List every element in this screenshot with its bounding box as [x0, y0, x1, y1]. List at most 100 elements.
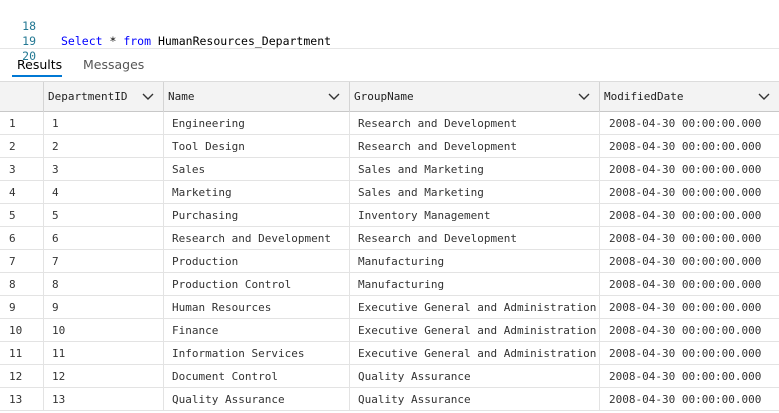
column-header-label: GroupName — [354, 90, 414, 103]
cell-name[interactable]: Sales — [164, 158, 350, 181]
row-number[interactable]: 11 — [0, 342, 44, 365]
cell-groupname[interactable]: Sales and Marketing — [350, 181, 600, 204]
tab-messages[interactable]: Messages — [83, 57, 144, 73]
table-row[interactable]: 2 2 Tool Design Research and Development… — [0, 135, 779, 158]
active-tab-indicator — [12, 75, 62, 77]
row-number[interactable]: 5 — [0, 204, 44, 227]
cell-modifieddate[interactable]: 2008-04-30 00:00:00.000 — [600, 135, 779, 158]
row-number-header[interactable] — [0, 82, 44, 112]
chevron-down-icon[interactable] — [141, 91, 155, 103]
cell-modifieddate[interactable]: 2008-04-30 00:00:00.000 — [600, 158, 779, 181]
cell-modifieddate[interactable]: 2008-04-30 00:00:00.000 — [600, 296, 779, 319]
row-number[interactable]: 4 — [0, 181, 44, 204]
table-row[interactable]: 9 9 Human Resources Executive General an… — [0, 296, 779, 319]
cell-departmentid[interactable]: 13 — [44, 388, 164, 411]
column-header-name[interactable]: Name — [164, 82, 350, 112]
column-header-departmentid[interactable]: DepartmentID — [44, 82, 164, 112]
row-number[interactable]: 13 — [0, 388, 44, 411]
code-line-19[interactable]: 19 — [0, 19, 779, 48]
cell-name[interactable]: Tool Design — [164, 135, 350, 158]
cell-modifieddate[interactable]: 2008-04-30 00:00:00.000 — [600, 319, 779, 342]
cell-departmentid[interactable]: 1 — [44, 112, 164, 135]
cell-name[interactable]: Production Control — [164, 273, 350, 296]
row-number[interactable]: 12 — [0, 365, 44, 388]
cell-name[interactable]: Research and Development — [164, 227, 350, 250]
cell-name[interactable]: Engineering — [164, 112, 350, 135]
column-header-label: ModifiedDate — [604, 90, 684, 103]
row-number[interactable]: 2 — [0, 135, 44, 158]
column-header-label: Name — [168, 90, 195, 103]
table-row[interactable]: 1 1 Engineering Research and Development… — [0, 112, 779, 135]
code-line-18[interactable]: 18 Select * from HumanResources_Departme… — [0, 4, 779, 48]
results-tabs: Results Messages — [0, 48, 779, 78]
cell-name[interactable]: Document Control — [164, 365, 350, 388]
cell-departmentid[interactable]: 2 — [44, 135, 164, 158]
row-number[interactable]: 8 — [0, 273, 44, 296]
column-header-groupname[interactable]: GroupName — [350, 82, 600, 112]
cell-modifieddate[interactable]: 2008-04-30 00:00:00.000 — [600, 250, 779, 273]
table-row[interactable]: 6 6 Research and Development Research an… — [0, 227, 779, 250]
cell-departmentid[interactable]: 4 — [44, 181, 164, 204]
cell-groupname[interactable]: Executive General and Administration — [350, 296, 600, 319]
cell-groupname[interactable]: Research and Development — [350, 227, 600, 250]
table-row[interactable]: 12 12 Document Control Quality Assurance… — [0, 365, 779, 388]
chevron-down-icon[interactable] — [577, 91, 591, 103]
row-number[interactable]: 10 — [0, 319, 44, 342]
cell-modifieddate[interactable]: 2008-04-30 00:00:00.000 — [600, 388, 779, 411]
table-row[interactable]: 5 5 Purchasing Inventory Management 2008… — [0, 204, 779, 227]
cell-modifieddate[interactable]: 2008-04-30 00:00:00.000 — [600, 112, 779, 135]
cell-modifieddate[interactable]: 2008-04-30 00:00:00.000 — [600, 227, 779, 250]
cell-modifieddate[interactable]: 2008-04-30 00:00:00.000 — [600, 273, 779, 296]
cell-groupname[interactable]: Inventory Management — [350, 204, 600, 227]
column-header-label: DepartmentID — [48, 90, 128, 103]
cell-name[interactable]: Human Resources — [164, 296, 350, 319]
row-number[interactable]: 1 — [0, 112, 44, 135]
results-grid[interactable]: DepartmentID Name GroupName ModifiedDate… — [0, 81, 779, 413]
column-header-modifieddate[interactable]: ModifiedDate — [600, 82, 779, 112]
row-number[interactable]: 3 — [0, 158, 44, 181]
cell-departmentid[interactable]: 6 — [44, 227, 164, 250]
cell-groupname[interactable]: Executive General and Administration — [350, 319, 600, 342]
cell-groupname[interactable]: Manufacturing — [350, 250, 600, 273]
cell-groupname[interactable]: Executive General and Administration — [350, 342, 600, 365]
cell-name[interactable]: Quality Assurance — [164, 388, 350, 411]
table-row[interactable]: 13 13 Quality Assurance Quality Assuranc… — [0, 388, 779, 411]
row-number[interactable]: 9 — [0, 296, 44, 319]
cell-groupname[interactable]: Quality Assurance — [350, 365, 600, 388]
cell-groupname[interactable]: Sales and Marketing — [350, 158, 600, 181]
cell-departmentid[interactable]: 10 — [44, 319, 164, 342]
cell-modifieddate[interactable]: 2008-04-30 00:00:00.000 — [600, 204, 779, 227]
row-number[interactable]: 6 — [0, 227, 44, 250]
cell-name[interactable]: Finance — [164, 319, 350, 342]
cell-name[interactable]: Information Services — [164, 342, 350, 365]
cell-departmentid[interactable]: 7 — [44, 250, 164, 273]
table-row[interactable]: 10 10 Finance Executive General and Admi… — [0, 319, 779, 342]
cell-departmentid[interactable]: 11 — [44, 342, 164, 365]
cell-modifieddate[interactable]: 2008-04-30 00:00:00.000 — [600, 181, 779, 204]
table-row[interactable]: 11 11 Information Services Executive Gen… — [0, 342, 779, 365]
cell-name[interactable]: Production — [164, 250, 350, 273]
code-line-20[interactable]: 20 — [0, 34, 779, 63]
chevron-down-icon[interactable] — [757, 91, 771, 103]
query-editor[interactable]: 18 Select * from HumanResources_Departme… — [0, 0, 779, 63]
tab-results[interactable]: Results — [17, 57, 62, 73]
table-row[interactable]: 7 7 Production Manufacturing 2008-04-30 … — [0, 250, 779, 273]
cell-groupname[interactable]: Manufacturing — [350, 273, 600, 296]
cell-name[interactable]: Marketing — [164, 181, 350, 204]
cell-departmentid[interactable]: 5 — [44, 204, 164, 227]
cell-name[interactable]: Purchasing — [164, 204, 350, 227]
cell-groupname[interactable]: Quality Assurance — [350, 388, 600, 411]
table-row[interactable]: 8 8 Production Control Manufacturing 200… — [0, 273, 779, 296]
cell-groupname[interactable]: Research and Development — [350, 135, 600, 158]
row-number[interactable]: 7 — [0, 250, 44, 273]
table-row[interactable]: 3 3 Sales Sales and Marketing 2008-04-30… — [0, 158, 779, 181]
table-row[interactable]: 4 4 Marketing Sales and Marketing 2008-0… — [0, 181, 779, 204]
cell-departmentid[interactable]: 12 — [44, 365, 164, 388]
chevron-down-icon[interactable] — [327, 91, 341, 103]
cell-departmentid[interactable]: 9 — [44, 296, 164, 319]
cell-departmentid[interactable]: 3 — [44, 158, 164, 181]
cell-groupname[interactable]: Research and Development — [350, 112, 600, 135]
cell-modifieddate[interactable]: 2008-04-30 00:00:00.000 — [600, 342, 779, 365]
cell-departmentid[interactable]: 8 — [44, 273, 164, 296]
cell-modifieddate[interactable]: 2008-04-30 00:00:00.000 — [600, 365, 779, 388]
